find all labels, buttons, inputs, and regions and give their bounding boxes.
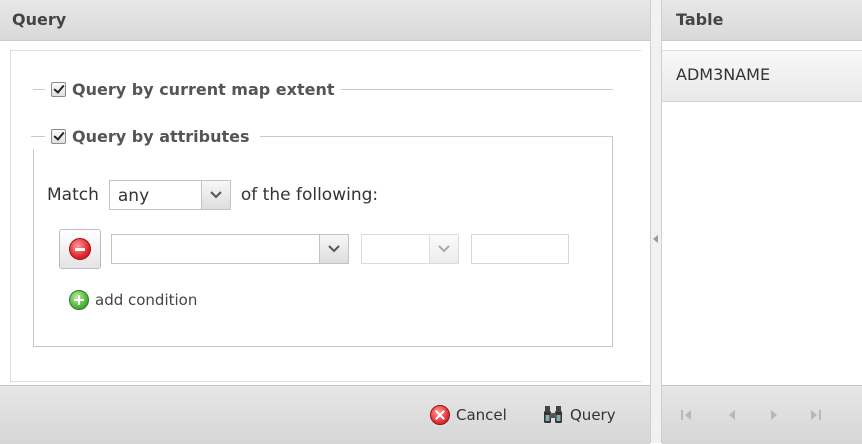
plus-circle-icon bbox=[69, 290, 89, 310]
add-condition-link[interactable]: add condition bbox=[69, 287, 197, 313]
query-panel: Query Query by current map extent Query … bbox=[0, 0, 651, 444]
query-panel-footer: Cancel Query bbox=[0, 385, 650, 444]
extent-checkbox[interactable] bbox=[51, 81, 66, 97]
query-panel-title: Query bbox=[12, 10, 67, 29]
cancel-button-label[interactable]: Cancel bbox=[456, 406, 507, 424]
attributes-checkbox[interactable] bbox=[51, 128, 66, 144]
prev-page-icon[interactable] bbox=[722, 404, 742, 426]
query-panel-body: Query by current map extent Query by att… bbox=[10, 50, 641, 382]
panel-splitter[interactable] bbox=[651, 0, 662, 443]
match-row: Match any of the following: bbox=[47, 179, 378, 211]
query-button[interactable]: Query bbox=[542, 402, 616, 428]
match-type-select[interactable]: any bbox=[108, 180, 231, 210]
fieldset-divider bbox=[33, 88, 45, 90]
chevron-down-icon[interactable] bbox=[429, 235, 458, 263]
table-panel: Table ADM3NAME bbox=[662, 0, 862, 444]
match-suffix-label: of the following: bbox=[240, 185, 379, 205]
chevron-down-icon[interactable] bbox=[200, 181, 230, 209]
last-page-icon[interactable] bbox=[806, 404, 826, 426]
match-prefix-label: Match bbox=[47, 185, 99, 205]
column-header[interactable]: ADM3NAME bbox=[662, 50, 862, 102]
fieldset-divider bbox=[31, 135, 45, 137]
query-button-label[interactable]: Query bbox=[570, 406, 616, 424]
query-panel-header: Query bbox=[0, 0, 650, 41]
attributes-fieldset-legend: Query by attributes bbox=[31, 123, 260, 149]
first-page-icon[interactable] bbox=[676, 404, 696, 426]
table-footer bbox=[662, 385, 862, 444]
add-condition-label[interactable]: add condition bbox=[95, 291, 197, 309]
operator-select[interactable] bbox=[361, 234, 459, 264]
column-header-label[interactable]: ADM3NAME bbox=[676, 65, 770, 84]
extent-fieldset-legend: Query by current map extent bbox=[33, 77, 613, 101]
fieldset-divider bbox=[340, 88, 613, 90]
cancel-icon bbox=[430, 405, 450, 425]
match-type-value: any bbox=[117, 186, 150, 206]
extent-checkbox-label[interactable]: Query by current map extent bbox=[72, 80, 341, 99]
minus-circle-icon bbox=[69, 238, 91, 260]
collapse-left-icon[interactable] bbox=[653, 235, 658, 243]
attributes-checkbox-label[interactable]: Query by attributes bbox=[72, 127, 256, 146]
value-input[interactable] bbox=[471, 234, 569, 264]
binoculars-icon bbox=[542, 405, 564, 425]
table-panel-header: Table bbox=[662, 0, 862, 41]
chevron-down-icon[interactable] bbox=[319, 235, 348, 263]
next-page-icon[interactable] bbox=[764, 404, 784, 426]
field-select[interactable] bbox=[111, 234, 349, 264]
remove-condition-button[interactable] bbox=[59, 229, 101, 269]
table-panel-title: Table bbox=[676, 10, 724, 29]
cancel-button[interactable]: Cancel bbox=[430, 402, 507, 428]
